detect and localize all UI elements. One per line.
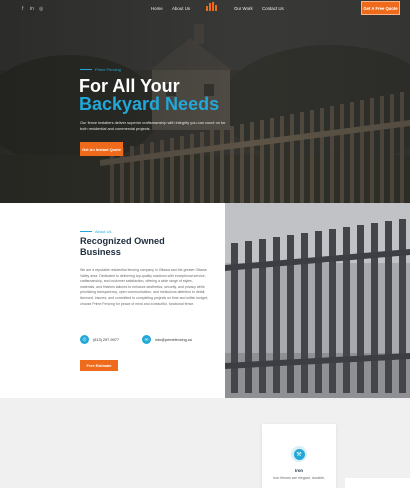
- eyebrow-line: [80, 231, 92, 232]
- instagram-icon[interactable]: ◎: [39, 6, 43, 12]
- brand-logo-icon[interactable]: [206, 2, 218, 11]
- hero-title-line2: Backyard Needs: [79, 94, 220, 114]
- service-card-partial: [345, 478, 410, 488]
- service-card-description: Iron fences are elegant, durable,: [273, 476, 325, 480]
- hero-section: f in ◎ Home About Us Our Work Contact Us…: [0, 0, 410, 203]
- nav-about-us[interactable]: About Us: [172, 6, 190, 11]
- iron-fence-icon: ⚒: [291, 446, 307, 462]
- about-section: About Us Recognized Owned Business We ar…: [0, 203, 410, 398]
- hero-eyebrow-text: Prime Fencing: [95, 67, 121, 72]
- email-contact[interactable]: ✉ info@primefencing.ca: [142, 335, 192, 344]
- phone-number[interactable]: (613) 297-9977: [93, 338, 119, 342]
- phone-contact[interactable]: ✆ (613) 297-9977: [80, 335, 119, 344]
- about-eyebrow: About Us: [80, 229, 111, 234]
- about-eyebrow-text: About Us: [95, 229, 112, 234]
- hero-eyebrow: Prime Fencing: [80, 67, 121, 72]
- free-estimate-button[interactable]: Free Estimate: [80, 360, 118, 371]
- nav-home[interactable]: Home: [151, 6, 163, 11]
- email-address[interactable]: info@primefencing.ca: [155, 338, 192, 342]
- free-quote-button[interactable]: Get A Free Quote: [361, 1, 400, 15]
- email-icon: ✉: [142, 335, 151, 344]
- top-navigation: f in ◎ Home About Us Our Work Contact Us…: [0, 0, 410, 18]
- service-card-title: Iron: [295, 468, 303, 473]
- about-description: We are a reputable residential fencing c…: [80, 268, 209, 306]
- nav-our-work[interactable]: Our Work: [234, 6, 253, 11]
- iron-fence-icon-inner: ⚒: [293, 448, 305, 460]
- phone-icon: ✆: [80, 335, 89, 344]
- instant-quote-button[interactable]: Get An Instant Quote: [80, 142, 123, 156]
- fence-photo: [225, 203, 410, 398]
- linkedin-icon[interactable]: in: [30, 6, 34, 12]
- facebook-icon[interactable]: f: [22, 6, 23, 12]
- service-card-iron[interactable]: ⚒ Iron Iron fences are elegant, durable,: [262, 424, 336, 488]
- about-title: Recognized Owned Business: [80, 236, 165, 257]
- hero-description: Our fence installers deliver superior cr…: [80, 120, 226, 131]
- eyebrow-line: [80, 69, 92, 70]
- fence-photo-art: [225, 203, 410, 398]
- nav-contact-us[interactable]: Contact Us: [262, 6, 284, 11]
- services-section: ⚒ Iron Iron fences are elegant, durable,: [0, 398, 410, 488]
